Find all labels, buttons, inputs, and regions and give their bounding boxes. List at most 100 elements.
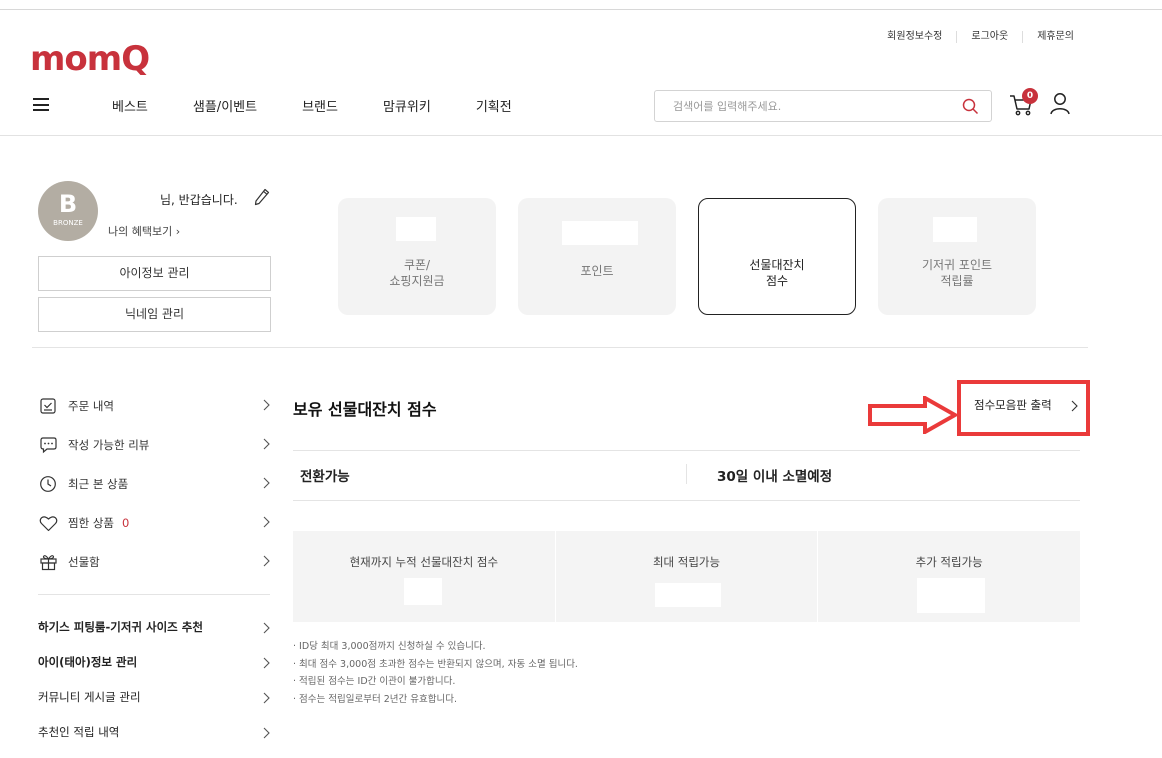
chevron-right-icon [263,555,270,567]
child-info-button[interactable]: 아이정보 관리 [38,256,271,291]
nav-sample-event[interactable]: 샘플/이벤트 [193,96,257,115]
score-cell-max: 최대 적립가능 [554,531,818,622]
top-border [0,9,1162,10]
avatar: B BRONZE [38,181,98,241]
card-gift-festival-score[interactable]: 선물대잔치 점수 [698,198,856,315]
notice-item: · 최대 점수 3,000점 초과한 점수는 반환되지 않으며, 자동 소멸 됩… [293,658,578,670]
tab-top-line [293,450,1080,451]
chevron-right-icon [263,438,270,450]
gift-icon [38,552,58,572]
notice-list: · ID당 최대 3,000점까지 신청하실 수 있습니다. · 최대 점수 3… [293,638,578,708]
hidden-value [404,578,442,605]
chevron-right-icon [263,692,270,704]
nav-best[interactable]: 베스트 [112,96,148,115]
menu-label: 아이(태아)정보 관리 [38,655,138,669]
wishlist-count: 0 [121,516,130,530]
nickname-button[interactable]: 닉네임 관리 [38,297,271,332]
heart-icon [38,513,58,533]
menu-referral-history[interactable]: 추천인 적립 내역 [38,724,270,744]
search-input[interactable] [673,91,963,121]
menu-icon[interactable] [33,98,49,111]
hidden-value [396,217,436,241]
menu-label: 찜한 상품 [68,516,114,530]
score-label: 추가 적립가능 [915,555,983,569]
card-label: 포인트 [580,264,614,278]
menu-label: 최근 본 상품 [68,477,129,491]
menu-gift-box[interactable]: 선물함 [38,551,270,573]
menu-label: 추천인 적립 내역 [38,725,120,739]
chevron-right-icon [1071,400,1078,412]
my-benefit-link[interactable]: 나의 혜택보기 › [108,223,180,239]
menu-label: 하기스 피팅룸-기저귀 사이즈 추천 [38,620,203,634]
cart-button[interactable]: 0 [1008,88,1038,118]
menu-writable-reviews[interactable]: 작성 가능한 리뷰 [38,434,270,456]
expiring-label: 30일 이내 소멸예정 [717,469,833,485]
arrow-annotation-icon [868,396,959,434]
menu-community-posts[interactable]: 커뮤니티 게시글 관리 [38,689,270,709]
chevron-right-icon [263,516,270,528]
hidden-value [917,578,986,613]
chevron-right-icon [263,477,270,489]
menu-label: 작성 가능한 리뷰 [68,438,150,452]
nav-brand[interactable]: 브랜드 [302,96,338,115]
main-nav: 베스트 샘플/이벤트 브랜드 맘큐위키 기획전 [112,96,557,115]
card-label: 기저귀 포인트 적립률 [921,258,993,288]
score-cell-additional: 추가 적립가능 [817,531,1080,622]
tab-bottom-line [293,500,1080,501]
hidden-value [562,221,638,245]
card-point[interactable]: 포인트 [518,198,676,315]
edit-member-info-link[interactable]: 회원정보수정 [873,31,956,43]
grade-name: BRONZE [53,219,83,227]
utility-links: 회원정보수정 로그아웃 제휴문의 [873,31,1074,43]
grade-letter: B [58,190,78,218]
menu-label: 선물함 [68,555,100,569]
card-label: 쿠폰/ 쇼핑지원금 [389,258,445,288]
score-label: 현재까지 누적 선물대잔치 점수 [349,555,499,569]
order-icon [38,396,58,416]
search-box [654,90,992,122]
score-summary: 현재까지 누적 선물대잔치 점수 최대 적립가능 추가 적립가능 [293,531,1080,622]
menu-fitting-room[interactable]: 하기스 피팅룸-기저귀 사이즈 추천 [38,619,270,639]
clock-icon [38,474,58,494]
hidden-value [654,583,721,607]
score-label: 최대 적립가능 [652,555,721,569]
chevron-right-icon [263,622,270,634]
nav-exhibition[interactable]: 기획전 [476,96,512,115]
score-cell-accumulated: 현재까지 누적 선물대잔치 점수 [293,531,555,622]
chevron-right-icon: › [175,225,181,238]
header-divider [0,135,1162,136]
menu-divider [38,594,270,595]
notice-item: · 적립된 점수는 ID간 이관이 불가합니다. [293,676,456,687]
card-diaper-point-rate[interactable]: 기저귀 포인트 적립률 [878,198,1036,315]
convertible-label: 전환가능 [300,469,350,485]
card-coupon[interactable]: 쿠폰/ 쇼핑지원금 [338,198,496,315]
hidden-value [933,217,977,242]
print-score-board-link[interactable]: 점수모음판 출력 [974,397,1052,413]
greeting-text: 님, 반갑습니다. [160,193,238,207]
notice-item: · 점수는 적립일로부터 2년간 유효합니다. [293,693,458,705]
search-icon[interactable] [962,98,979,115]
notice-item: · ID당 최대 3,000점까지 신청하실 수 있습니다. [293,641,486,652]
nav-momq-wiki[interactable]: 맘큐위키 [383,96,431,115]
menu-label: 주문 내역 [68,399,114,413]
menu-wishlist[interactable]: 찜한 상품 0 [38,512,270,534]
menu-recently-viewed[interactable]: 최근 본 상품 [38,473,270,495]
my-benefit-label: 나의 혜택보기 [108,225,173,238]
chevron-right-icon [263,727,270,739]
momq-logo[interactable]: momQ [30,40,150,78]
user-icon[interactable] [1049,92,1071,116]
cart-count-badge: 0 [1022,88,1038,104]
section-divider [32,347,1088,348]
pencil-icon[interactable] [254,188,270,206]
chevron-right-icon [263,657,270,669]
menu-child-info[interactable]: 아이(태아)정보 관리 [38,654,270,674]
menu-label: 커뮤니티 게시글 관리 [38,690,141,704]
page-title: 보유 선물대잔치 점수 [293,400,437,419]
menu-order-history[interactable]: 주문 내역 [38,395,270,417]
logout-link[interactable]: 로그아웃 [956,31,1022,43]
chevron-right-icon [263,399,270,411]
card-label: 선물대잔치 점수 [749,258,805,288]
tab-divider [686,464,687,484]
review-icon [38,435,58,455]
partnership-link[interactable]: 제휴문의 [1022,31,1074,43]
